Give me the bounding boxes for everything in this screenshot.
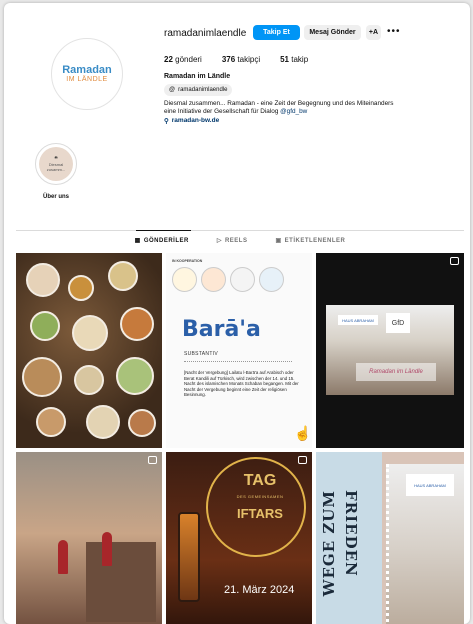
building-shape: [86, 542, 156, 622]
tab-posts[interactable]: ▦ GÖNDERİLER: [134, 237, 189, 245]
cooperation-label: IN KOOPERATION: [172, 259, 203, 263]
follow-button[interactable]: Takip Et: [253, 25, 300, 40]
highlight-thumb-line2: zusamm...: [46, 166, 66, 172]
threads-badge[interactable]: @ ramadanimlaendle: [164, 84, 233, 96]
reels-icon: ▷: [216, 238, 222, 244]
more-options-icon[interactable]: •••: [387, 26, 401, 37]
tag-icon: ▣: [275, 238, 282, 244]
iftar-title-line1: TAG: [243, 472, 277, 489]
partner-logos: [172, 267, 284, 292]
profile-username: ramadanimlaendle: [164, 28, 247, 39]
food-plate: [72, 315, 108, 351]
posts-stat: 22 gönderi: [164, 55, 202, 64]
instagram-profile-window: Ramadan IM LÄNDLE ramadanimlaendle Takip…: [4, 3, 470, 624]
highlight-uber-uns[interactable]: ❝ Diesmal zusamm...: [35, 143, 77, 185]
bio-line-2-text: eine Initiative der Gesellschaft für Dia…: [164, 108, 279, 115]
posts-grid: IN KOOPERATION Barā'a SUBSTANTIV [Nacht …: [16, 253, 464, 624]
post-event-photo[interactable]: HAUS ABRAHAM GfD Ramadan im Ländle: [316, 253, 464, 448]
bio-mention-link[interactable]: @gfd_bw: [280, 108, 307, 115]
post-definition-text: [Nacht der Vergebung] Lailatu l-Barā'a a…: [184, 370, 299, 398]
profile-link[interactable]: ⚲ ramadan-bw.de: [164, 117, 219, 125]
threads-icon: @: [169, 87, 176, 93]
food-plate: [86, 405, 120, 439]
followers-stat[interactable]: 376 takipçi: [222, 55, 260, 64]
post-sunset-square[interactable]: [16, 452, 162, 624]
iftar-date: 21. März 2024: [224, 584, 295, 596]
partner-logo: [230, 267, 255, 292]
avatar-logo-subtext: IM LÄNDLE: [66, 76, 108, 83]
posts-count: 22: [164, 55, 173, 64]
tab-tagged-label: ETİKETLENENLER: [284, 237, 346, 244]
post-wege-zum-frieden[interactable]: WEGE ZUM FRIEDEN HAUS ABRAHAM: [316, 452, 464, 624]
profile-stats: 22 gönderi 376 takipçi 51 takip: [164, 55, 308, 64]
lantern-shape: [178, 512, 200, 602]
umbrella-shape: [102, 532, 112, 566]
photo-caption: Ramadan im Ländle: [356, 363, 436, 381]
message-button[interactable]: Mesaj Gönder: [304, 25, 361, 40]
tabs-divider: [16, 230, 464, 231]
partner-logo: [259, 267, 284, 292]
food-plate: [36, 407, 66, 437]
divider: [184, 361, 292, 362]
food-plate: [74, 365, 104, 395]
tab-reels[interactable]: ▷ REELS: [216, 237, 248, 245]
highlight-thumbnail: ❝ Diesmal zusamm...: [39, 147, 73, 181]
title-word-1: WEGE ZUM: [320, 490, 338, 597]
highlight-label: Über uns: [42, 194, 69, 200]
iftar-title-line2: DES GEMEINSAMEN: [236, 494, 284, 499]
avatar-logo: Ramadan IM LÄNDLE: [62, 64, 112, 84]
food-plate: [120, 307, 154, 341]
bio-line-2: eine Initiative der Gesellschaft für Dia…: [164, 108, 464, 116]
profile-bio: Diesmal zusammen... Ramadan - eine Zeit …: [164, 100, 464, 116]
followers-label: takipçi: [237, 55, 261, 64]
post-title-baraa: Barā'a: [182, 317, 261, 342]
reel-icon: [148, 456, 157, 464]
tab-reels-label: REELS: [224, 237, 248, 244]
food-plate: [68, 275, 94, 301]
event-sign-gfd: GfD: [386, 313, 410, 333]
food-plate: [22, 357, 62, 397]
food-plate: [108, 261, 138, 291]
profile-full-name: Ramadan im Ländle: [164, 73, 231, 80]
food-plate: [30, 311, 60, 341]
post-word-type: SUBSTANTIV: [184, 351, 219, 357]
profile-avatar[interactable]: Ramadan IM LÄNDLE: [51, 38, 123, 110]
profile-link-text: ramadan-bw.de: [171, 117, 220, 124]
following-count: 51: [280, 55, 290, 64]
hand-cursor-icon: ☝: [294, 425, 312, 441]
posts-label: gönderi: [175, 55, 202, 64]
link-icon: ⚲: [164, 118, 169, 125]
tab-posts-label: GÖNDERİLER: [143, 237, 189, 244]
event-sign: HAUS ABRAHAM: [338, 315, 378, 325]
post-iftar-day[interactable]: TAG DES GEMEINSAMEN IFTARS 21. März 2024: [166, 452, 312, 624]
food-plate: [128, 409, 156, 437]
food-plate: [116, 357, 154, 395]
add-user-button[interactable]: +A: [366, 25, 381, 40]
profile-tabs: ▦ GÖNDERİLER ▷ REELS ▣ ETİKETLENENLER: [16, 237, 464, 245]
umbrella-shape: [58, 540, 68, 574]
partner-logo: [172, 267, 197, 292]
bio-line-1: Diesmal zusammen... Ramadan - eine Zeit …: [164, 100, 394, 107]
iftar-title-line3: IFTARS: [237, 506, 283, 521]
avatar-logo-text: Ramadan: [62, 64, 112, 76]
post-iftar-table[interactable]: [16, 253, 162, 448]
tab-tagged[interactable]: ▣ ETİKETLENENLER: [275, 237, 346, 245]
event-sign: HAUS ABRAHAM: [406, 474, 454, 496]
food-plate: [26, 263, 60, 297]
active-tab-indicator: [136, 230, 191, 231]
partner-logo: [201, 267, 226, 292]
reel-icon: [298, 456, 307, 464]
following-stat[interactable]: 51 takip: [280, 55, 308, 64]
grid-icon: ▦: [134, 238, 141, 244]
followers-count: 376: [221, 55, 236, 64]
post-baraa-definition[interactable]: IN KOOPERATION Barā'a SUBSTANTIV [Nacht …: [166, 253, 312, 448]
title-word-2: FRIEDEN: [342, 490, 360, 577]
threads-handle: ramadanimlaendle: [178, 87, 228, 93]
reel-icon: [450, 257, 459, 265]
following-label: takip: [291, 55, 309, 64]
